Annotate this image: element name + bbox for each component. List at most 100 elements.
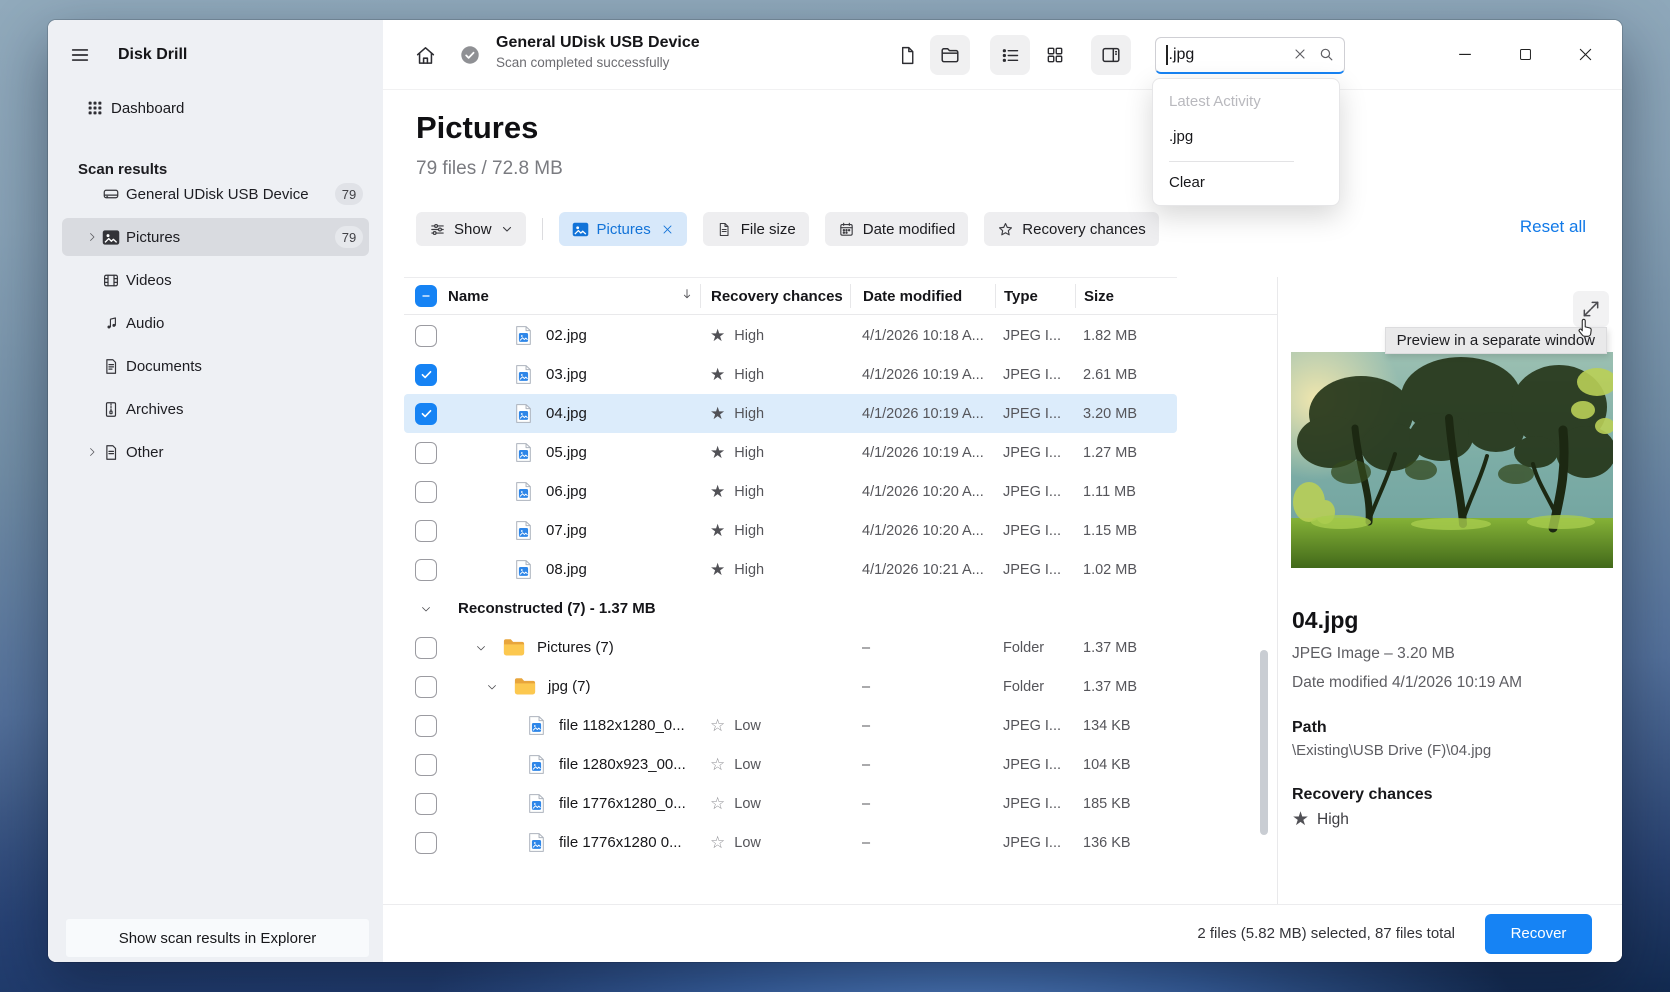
sidebar-item-other[interactable]: Other bbox=[62, 433, 369, 471]
row-checkbox[interactable] bbox=[415, 636, 437, 659]
preview-panel-toggle-button[interactable] bbox=[1091, 35, 1131, 75]
maximize-button[interactable] bbox=[1502, 33, 1548, 75]
list-view-button[interactable] bbox=[990, 35, 1030, 75]
scan-results-list: General UDisk USB Device 79 Pictures 79 Vide… bbox=[62, 175, 369, 476]
remove-filter-icon[interactable] bbox=[661, 223, 674, 236]
hamburger-menu-button[interactable] bbox=[60, 37, 100, 73]
table-row[interactable]: file 1776x1280 0... ☆ Low – JPEG I... 136 KB bbox=[404, 823, 1177, 856]
size-cell: 104 KB bbox=[1083, 756, 1131, 773]
row-checkbox[interactable] bbox=[415, 831, 437, 854]
star-filled-icon: ★ bbox=[710, 521, 726, 540]
row-checkbox[interactable] bbox=[415, 519, 437, 542]
search-icon[interactable] bbox=[1318, 46, 1336, 64]
sidebar-item-archives[interactable]: Archives bbox=[62, 390, 369, 428]
table-row[interactable]: 07.jpg ★ High 4/1/2026 10:20 A... JPEG I... 1… bbox=[404, 511, 1177, 550]
table-row[interactable]: 05.jpg ★ High 4/1/2026 10:19 A... JPEG I... 1… bbox=[404, 433, 1177, 472]
chevron-down-icon[interactable] bbox=[486, 681, 498, 693]
date-cell: 4/1/2026 10:19 A... bbox=[862, 405, 984, 422]
hamburger-icon bbox=[71, 49, 89, 61]
filter-chip-recovery-chances[interactable]: Recovery chances bbox=[984, 212, 1159, 246]
table-row[interactable]: 03.jpg ★ High 4/1/2026 10:19 A... JPEG I... 2… bbox=[404, 355, 1177, 394]
list-view-icon bbox=[1002, 48, 1018, 62]
filter-chip-pictures[interactable]: Pictures bbox=[558, 212, 687, 246]
grid-view-icon bbox=[1047, 47, 1063, 63]
star-filled-icon: ★ bbox=[710, 443, 726, 462]
filter-chip-date-modified[interactable]: Date modified bbox=[824, 212, 969, 246]
recover-button[interactable]: Recover bbox=[1485, 913, 1592, 954]
minimize-button[interactable] bbox=[1442, 33, 1488, 75]
clear-search-icon[interactable] bbox=[1292, 46, 1310, 64]
search-input[interactable]: .jpg bbox=[1155, 37, 1345, 74]
chevron-down-icon[interactable] bbox=[475, 642, 487, 654]
grid-view-button[interactable] bbox=[1035, 35, 1075, 75]
table-row[interactable]: file 1776x1280_0... ☆ Low – JPEG I... 185 KB bbox=[404, 784, 1177, 823]
show-filter-button[interactable]: Show bbox=[416, 212, 526, 246]
sidebar-item-videos[interactable]: Videos bbox=[62, 261, 369, 299]
row-checkbox[interactable] bbox=[415, 714, 437, 737]
sidebar-item-device[interactable]: General UDisk USB Device 79 bbox=[62, 175, 369, 213]
jpeg-file-icon bbox=[528, 715, 545, 736]
sidebar-item-pictures[interactable]: Pictures 79 bbox=[62, 218, 369, 256]
row-checkbox[interactable] bbox=[415, 792, 437, 815]
star-filled-icon: ★ bbox=[710, 365, 726, 384]
size-cell: 3.20 MB bbox=[1083, 405, 1137, 422]
filter-chip-file-size[interactable]: File size bbox=[702, 212, 809, 246]
table-row[interactable]: jpg (7) – Folder 1.37 MB bbox=[404, 667, 1177, 706]
table-row[interactable]: 04.jpg ★ High 4/1/2026 10:19 A... JPEG I... 3… bbox=[404, 394, 1177, 433]
close-button[interactable] bbox=[1562, 33, 1608, 75]
main-area: General UDisk USB Device Scan completed … bbox=[383, 20, 1622, 962]
dropdown-clear-button[interactable]: Clear bbox=[1153, 164, 1339, 199]
folder-icon bbox=[503, 638, 525, 657]
type-cell: JPEG I... bbox=[1003, 795, 1062, 812]
row-checkbox[interactable] bbox=[415, 363, 437, 386]
select-all-checkbox[interactable] bbox=[415, 285, 437, 307]
table-row[interactable]: 02.jpg ★ High 4/1/2026 10:18 A... JPEG I... 1… bbox=[404, 316, 1177, 355]
column-header-date[interactable]: Date modified bbox=[850, 284, 995, 308]
table-row[interactable]: 06.jpg ★ High 4/1/2026 10:20 A... JPEG I... 1… bbox=[404, 472, 1177, 511]
table-row[interactable]: 08.jpg ★ High 4/1/2026 10:21 A... JPEG I... 1… bbox=[404, 550, 1177, 589]
column-header-name[interactable]: Name bbox=[448, 284, 700, 308]
type-cell: JPEG I... bbox=[1003, 834, 1062, 851]
date-cell: 4/1/2026 10:21 A... bbox=[862, 561, 984, 578]
dropdown-recent-item[interactable]: .jpg bbox=[1153, 120, 1339, 153]
show-in-explorer-button[interactable]: Show scan results in Explorer bbox=[65, 918, 370, 958]
sidebar-item-audio[interactable]: Audio bbox=[62, 304, 369, 342]
jpeg-file-icon bbox=[515, 559, 532, 580]
image-icon bbox=[572, 221, 589, 238]
table-row[interactable]: file 1182x1280_0... ☆ Low – JPEG I... 134 KB bbox=[404, 706, 1177, 745]
row-checkbox[interactable] bbox=[415, 324, 437, 347]
text-caret bbox=[1166, 45, 1168, 65]
recovery-cell: ★ High bbox=[710, 404, 765, 423]
chevron-right-icon[interactable] bbox=[85, 446, 99, 458]
row-checkbox[interactable] bbox=[415, 441, 437, 464]
row-checkbox[interactable] bbox=[415, 402, 437, 425]
reset-all-link[interactable]: Reset all bbox=[1520, 217, 1586, 237]
chevron-right-icon[interactable] bbox=[85, 231, 99, 243]
sidebar-item-dashboard[interactable]: Dashboard bbox=[62, 89, 369, 127]
recovery-cell: ★ High bbox=[710, 326, 765, 345]
row-checkbox[interactable] bbox=[415, 480, 437, 503]
date-cell: – bbox=[862, 678, 871, 695]
table-scrollbar[interactable] bbox=[1260, 650, 1268, 835]
star-filled-icon: ★ bbox=[710, 326, 726, 345]
column-header-size[interactable]: Size bbox=[1075, 284, 1177, 308]
row-checkbox[interactable] bbox=[415, 753, 437, 776]
table-row[interactable]: Pictures (7) – Folder 1.37 MB bbox=[404, 628, 1177, 667]
jpeg-file-icon bbox=[515, 520, 532, 541]
row-checkbox[interactable] bbox=[415, 675, 437, 698]
jpeg-file-icon bbox=[515, 325, 532, 346]
calendar-icon bbox=[838, 221, 855, 238]
group-row[interactable]: Reconstructed (7) - 1.37 MB bbox=[404, 589, 1177, 628]
column-header-type[interactable]: Type bbox=[995, 284, 1075, 308]
home-button[interactable] bbox=[407, 37, 443, 73]
star-outline-icon: ☆ bbox=[710, 716, 726, 735]
file-view-button[interactable] bbox=[887, 35, 927, 75]
column-header-recovery[interactable]: Recovery chances bbox=[700, 284, 850, 308]
recovery-chances-value: ★ High bbox=[1292, 809, 1349, 830]
table-row[interactable]: file 1280x923_00... ☆ Low – JPEG I... 104 KB bbox=[404, 745, 1177, 784]
folder-view-button[interactable] bbox=[930, 35, 970, 75]
row-checkbox[interactable] bbox=[415, 558, 437, 581]
star-filled-icon: ★ bbox=[710, 404, 726, 423]
chevron-down-icon[interactable] bbox=[420, 603, 432, 615]
sidebar-item-documents[interactable]: Documents bbox=[62, 347, 369, 385]
